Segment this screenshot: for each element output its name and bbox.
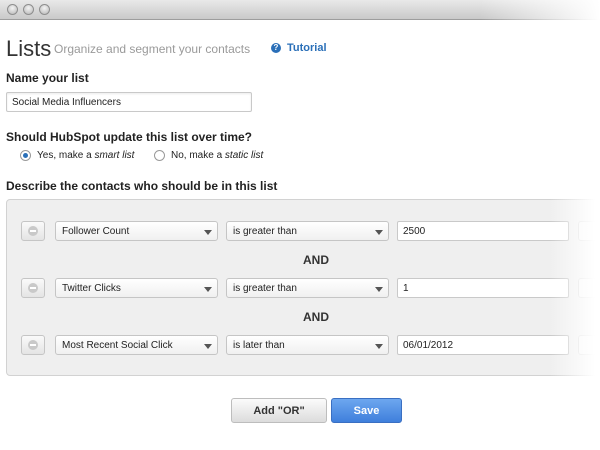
chevron-down-icon — [375, 230, 383, 235]
titlebar-fade — [480, 0, 600, 20]
criterion-extra-button[interactable] — [578, 278, 600, 298]
chevron-down-icon — [204, 287, 212, 292]
tutorial-label: Tutorial — [287, 42, 327, 54]
tutorial-link[interactable]: ? Tutorial — [271, 42, 327, 54]
window-close-button[interactable] — [7, 4, 18, 15]
chevron-down-icon — [204, 344, 212, 349]
smart-list-option[interactable]: Yes, make a smart list — [20, 150, 134, 161]
operator-select[interactable]: is later than — [226, 335, 389, 355]
criterion-value-input[interactable]: 06/01/2012 — [397, 335, 569, 355]
property-select-value: Most Recent Social Click — [62, 339, 173, 351]
save-button[interactable]: Save — [331, 398, 402, 423]
property-select[interactable]: Twitter Clicks — [55, 278, 218, 298]
minus-circle-icon — [28, 283, 38, 293]
chevron-down-icon — [375, 287, 383, 292]
add-or-button[interactable]: Add "OR" — [231, 398, 327, 423]
list-name-input[interactable]: Social Media Influencers — [6, 92, 252, 112]
page-title: Lists — [6, 36, 52, 61]
operator-select[interactable]: is greater than — [226, 278, 389, 298]
remove-criterion-button[interactable] — [21, 278, 45, 298]
operator-select-value: is greater than — [233, 225, 297, 237]
static-list-radio[interactable] — [154, 150, 165, 161]
minus-circle-icon — [28, 226, 38, 236]
criterion-extra-button[interactable] — [578, 335, 600, 355]
criterion-value-input[interactable]: 2500 — [397, 221, 569, 241]
update-question-label: Should HubSpot update this list over tim… — [6, 130, 253, 144]
static-list-label: No, make a static list — [171, 150, 264, 161]
smart-list-label: Yes, make a smart list — [37, 150, 135, 161]
help-icon: ? — [271, 43, 281, 53]
chevron-down-icon — [204, 230, 212, 235]
criterion-value-input[interactable]: 1 — [397, 278, 569, 298]
list-name-label: Name your list — [6, 71, 89, 85]
criteria-label: Describe the contacts who should be in t… — [6, 179, 278, 193]
chevron-down-icon — [375, 344, 383, 349]
property-select[interactable]: Most Recent Social Click — [55, 335, 218, 355]
and-connector: AND — [303, 310, 329, 324]
property-select-value: Follower Count — [62, 225, 130, 237]
window-zoom-button[interactable] — [39, 4, 50, 15]
minus-circle-icon — [28, 340, 38, 350]
property-select[interactable]: Follower Count — [55, 221, 218, 241]
window-titlebar — [0, 0, 600, 20]
remove-criterion-button[interactable] — [21, 335, 45, 355]
static-list-option[interactable]: No, make a static list — [154, 150, 263, 161]
window-minimize-button[interactable] — [23, 4, 34, 15]
remove-criterion-button[interactable] — [21, 221, 45, 241]
operator-select-value: is later than — [233, 339, 285, 351]
criterion-extra-button[interactable] — [578, 221, 600, 241]
page-subtitle: Organize and segment your contacts — [54, 42, 251, 56]
operator-select-value: is greater than — [233, 282, 297, 294]
operator-select[interactable]: is greater than — [226, 221, 389, 241]
property-select-value: Twitter Clicks — [62, 282, 121, 294]
and-connector: AND — [303, 253, 329, 267]
smart-list-radio[interactable] — [20, 150, 31, 161]
